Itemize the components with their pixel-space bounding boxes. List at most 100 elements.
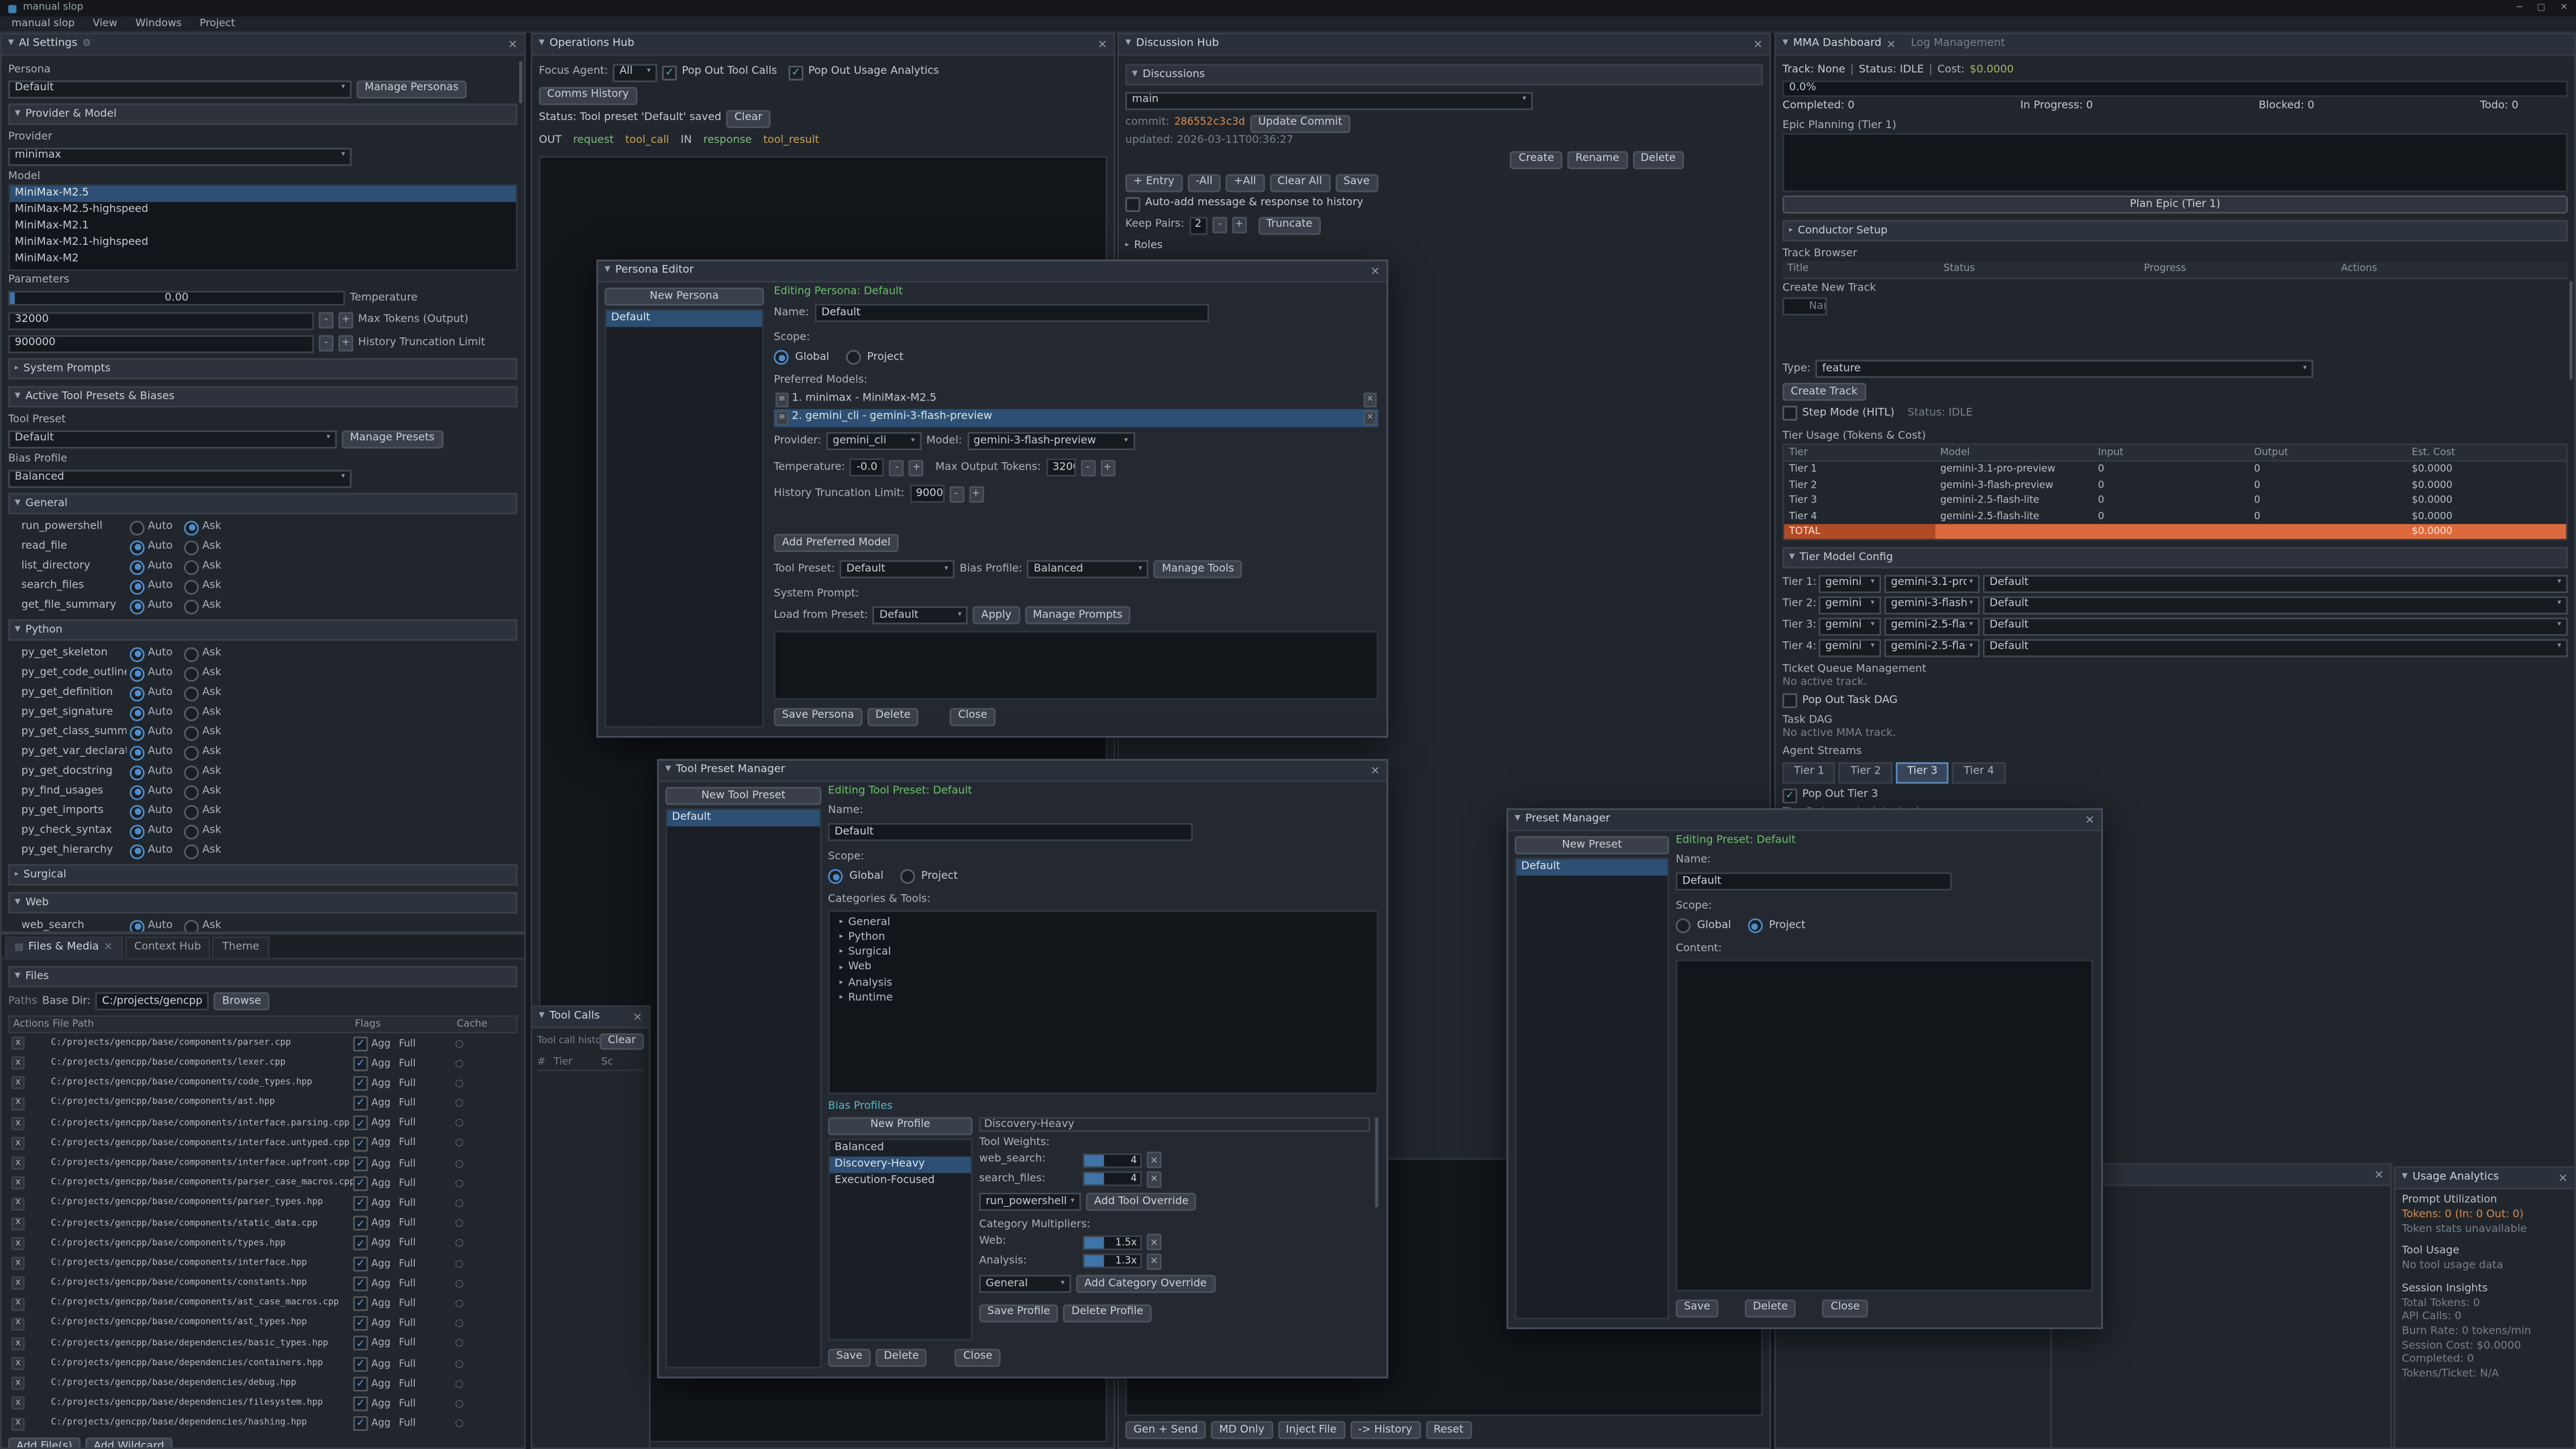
section-tier-model-config[interactable]: ▼ Tier Model Config	[1782, 547, 2568, 569]
preferred-model-row[interactable]: ≡2. gemini_cli - gemini-3-flash-preview×	[773, 409, 1378, 427]
track-type-select[interactable]: feature▾	[1815, 360, 2313, 378]
tool-section-header[interactable]: ▸Surgical	[8, 864, 517, 885]
remove-file-button[interactable]: x	[11, 1217, 25, 1230]
menu-view[interactable]: View	[93, 17, 117, 30]
create-discussion-button[interactable]: Create	[1510, 150, 1562, 168]
tier-preset-select[interactable]: Default▾	[1983, 596, 2568, 614]
agg-checkbox[interactable]	[354, 1256, 368, 1271]
agg-checkbox[interactable]	[354, 1296, 368, 1311]
menu-project[interactable]: Project	[200, 17, 235, 30]
close-icon[interactable]: ×	[2085, 813, 2094, 827]
ask-radio[interactable]	[184, 745, 199, 760]
auto-radio[interactable]	[129, 824, 144, 839]
delete-persona-button[interactable]: Delete	[867, 707, 919, 725]
save-button[interactable]: Save	[828, 1348, 871, 1366]
entry-button[interactable]: Save	[1335, 173, 1378, 191]
tier-model-select[interactable]: gemini-2.5-flash-lite▾	[1884, 617, 1980, 635]
close-icon[interactable]: ×	[1371, 763, 1380, 777]
full-toggle[interactable]: Full	[398, 1298, 415, 1310]
save-profile-button[interactable]: Save Profile	[979, 1303, 1059, 1322]
collapse-caret-icon[interactable]: ▼	[665, 766, 671, 775]
close-icon[interactable]: ×	[104, 941, 113, 954]
increment-button[interactable]: +	[909, 460, 924, 476]
remove-file-button[interactable]: x	[11, 1197, 25, 1210]
category-row[interactable]: ▸Analysis	[830, 976, 1377, 991]
project-radio[interactable]	[900, 869, 914, 884]
section-system-prompts[interactable]: ▸ System Prompts	[8, 358, 517, 380]
agg-checkbox[interactable]	[354, 1276, 368, 1291]
autoadd-checkbox[interactable]	[1126, 197, 1140, 211]
persona-editor-header[interactable]: ▼ Persona Editor ×	[598, 261, 1387, 282]
bias-profile-item[interactable]: Balanced	[830, 1140, 971, 1156]
delete-discussion-button[interactable]: Delete	[1632, 150, 1684, 168]
tier-provider-select[interactable]: gemini▾	[1819, 596, 1881, 614]
ask-radio[interactable]	[184, 804, 199, 819]
close-icon[interactable]: ×	[1097, 38, 1107, 52]
tool-section-header[interactable]: ▼Web	[8, 892, 517, 914]
full-toggle[interactable]: Full	[398, 1418, 415, 1430]
auto-radio[interactable]	[129, 579, 144, 594]
ask-radio[interactable]	[184, 647, 199, 661]
new-tool-preset-button[interactable]: New Tool Preset	[665, 787, 822, 805]
increment-button[interactable]: +	[338, 312, 353, 328]
discussion-branch-select[interactable]: main▾	[1126, 91, 1533, 109]
tier-model-select[interactable]: gemini-2.5-flash-lite▾	[1884, 638, 1980, 656]
tier-preset-select[interactable]: Default▾	[1983, 638, 2568, 656]
ask-radio[interactable]	[184, 824, 199, 839]
full-toggle[interactable]: Full	[398, 1057, 415, 1069]
remove-file-button[interactable]: x	[11, 1297, 25, 1311]
delete-button[interactable]: Delete	[1745, 1299, 1796, 1317]
remove-file-button[interactable]: x	[11, 1257, 25, 1271]
base-dir-input[interactable]: C:/projects/gencpp	[95, 992, 209, 1010]
composer-button[interactable]: Inject File	[1278, 1421, 1345, 1439]
tool-call-list[interactable]	[537, 1073, 644, 1444]
ask-radio[interactable]	[184, 706, 199, 720]
persona-name-input[interactable]: Default	[815, 305, 1210, 323]
preset-manager-header[interactable]: ▼ Preset Manager ×	[1508, 810, 2101, 831]
close-icon[interactable]: ×	[2558, 1171, 2567, 1185]
load-preset-select[interactable]: Default▾	[873, 606, 968, 625]
auto-radio[interactable]	[129, 686, 144, 700]
remove-file-button[interactable]: x	[11, 1157, 25, 1171]
tier-model-select[interactable]: gemini-3.1-pro-preview▾	[1884, 574, 1980, 592]
agg-checkbox[interactable]	[354, 1316, 368, 1331]
ask-radio[interactable]	[184, 765, 199, 780]
delete-button[interactable]: Delete	[875, 1348, 927, 1366]
history-limit-input[interactable]: 900000	[8, 334, 314, 352]
ask-radio[interactable]	[184, 844, 199, 859]
tier-provider-select[interactable]: gemini▾	[1819, 574, 1881, 592]
popout-usage-checkbox[interactable]	[788, 65, 803, 80]
composer-button[interactable]: -> History	[1350, 1421, 1420, 1439]
provider-select[interactable]: minimax▾	[8, 147, 352, 165]
full-toggle[interactable]: Full	[398, 1038, 415, 1050]
close-icon[interactable]: ×	[508, 38, 517, 52]
bias-profile-item[interactable]: Execution-Focused	[830, 1173, 971, 1189]
collapse-caret-icon[interactable]: ▼	[1126, 40, 1131, 49]
apply-button[interactable]: Apply	[973, 606, 1020, 625]
tool-section-header[interactable]: ▼Python	[8, 619, 517, 641]
remove-file-button[interactable]: x	[11, 1317, 25, 1330]
composer-button[interactable]: MD Only	[1211, 1421, 1273, 1439]
close-icon[interactable]: ×	[1886, 38, 1896, 52]
close-button[interactable]: Close	[955, 1348, 1001, 1366]
remove-file-button[interactable]: x	[11, 1377, 25, 1391]
add-category-override-button[interactable]: Add Category Override	[1076, 1275, 1215, 1293]
ask-radio[interactable]	[184, 559, 199, 574]
auto-radio[interactable]	[129, 559, 144, 574]
collapse-caret-icon[interactable]: ▼	[2402, 1173, 2407, 1182]
close-button[interactable]: Close	[950, 707, 996, 725]
auto-radio[interactable]	[129, 919, 144, 931]
increment-button[interactable]: +	[338, 335, 353, 352]
tier-provider-select[interactable]: gemini▾	[1819, 617, 1881, 635]
max-output-input[interactable]: 32000	[1046, 459, 1075, 477]
ask-radio[interactable]	[184, 520, 199, 535]
global-radio[interactable]	[828, 869, 843, 884]
section-provider-model[interactable]: ▼ Provider & Model	[8, 103, 517, 125]
add-preferred-model-button[interactable]: Add Preferred Model	[773, 535, 898, 553]
agg-checkbox[interactable]	[354, 1236, 368, 1251]
bias-profile-select[interactable]: Balanced▾	[1027, 561, 1148, 579]
decrement-button[interactable]: -	[319, 335, 333, 352]
add-category-select[interactable]: General▾	[979, 1275, 1071, 1293]
entry-button[interactable]: -All	[1187, 173, 1221, 191]
minimize-icon[interactable]: ─	[2517, 3, 2522, 13]
